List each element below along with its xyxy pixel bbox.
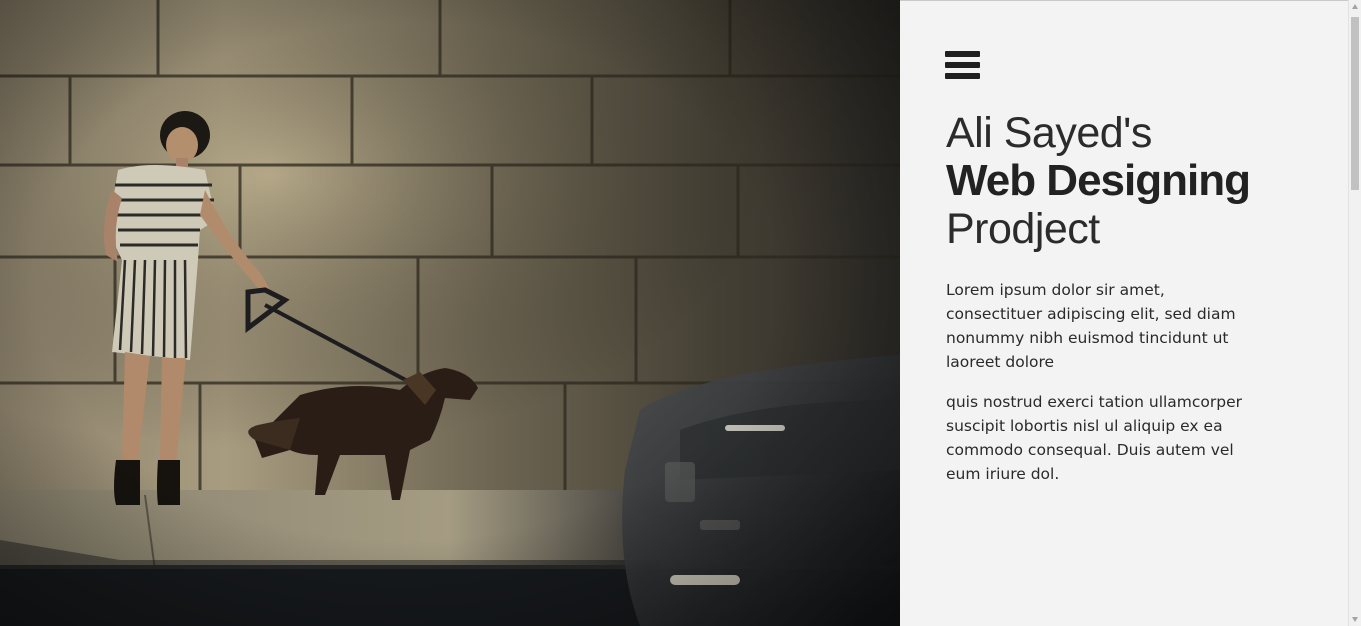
title-line-2: Web Designing <box>946 156 1251 205</box>
scroll-thumb[interactable] <box>1351 17 1359 190</box>
sidebar-panel: Ali Sayed's Web Designing Prodject Lorem… <box>900 0 1348 626</box>
page-title: Ali Sayed's Web Designing Prodject <box>946 109 1251 253</box>
hamburger-menu-icon[interactable] <box>945 51 981 81</box>
title-line-3: Prodject <box>946 205 1100 253</box>
scroll-up-arrow-icon[interactable] <box>1352 4 1358 9</box>
menu-bar-middle <box>945 62 980 68</box>
hero-photo <box>0 0 900 626</box>
scroll-down-arrow-icon[interactable] <box>1352 617 1358 622</box>
menu-bar-top <box>945 51 980 57</box>
title-line-1: Ali Sayed's <box>946 109 1152 157</box>
intro-paragraph: Lorem ipsum dolor sir amet, consectituer… <box>946 281 1236 371</box>
page: Ali Sayed's Web Designing Prodject Lorem… <box>0 0 1361 626</box>
vertical-scrollbar[interactable] <box>1348 0 1361 626</box>
body-paragraph: quis nostrud exerci tation ullamcorper s… <box>946 393 1243 483</box>
woman-walking-dog-photo <box>0 0 900 626</box>
menu-bar-bottom <box>945 73 980 79</box>
